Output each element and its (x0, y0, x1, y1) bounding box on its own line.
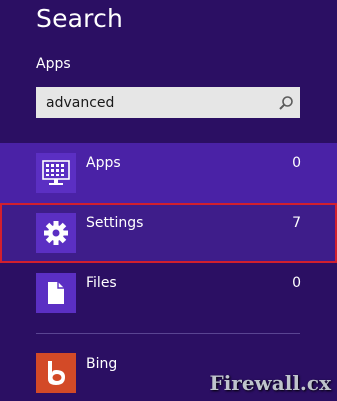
watermark-logo: Firewall.cx (209, 371, 332, 395)
page-title: Search (36, 4, 124, 33)
divider (36, 333, 300, 334)
search-scope-label[interactable]: Apps (36, 56, 71, 72)
result-settings[interactable]: Settings 7 (0, 203, 337, 263)
search-box[interactable] (36, 87, 300, 118)
result-files[interactable]: Files 0 (0, 263, 337, 323)
result-label: Apps (86, 155, 121, 171)
bing-label: Bing (86, 356, 118, 372)
result-label: Files (86, 275, 117, 291)
gear-icon (36, 213, 76, 253)
result-count: 7 (292, 215, 301, 231)
result-label: Settings (86, 215, 144, 231)
search-icon[interactable] (272, 87, 300, 118)
search-input[interactable] (36, 87, 272, 118)
bing-logo-icon (36, 353, 76, 393)
file-icon (36, 273, 76, 313)
result-count: 0 (292, 275, 301, 291)
apps-grid-monitor-icon (36, 153, 76, 193)
result-apps[interactable]: Apps 0 (0, 143, 337, 203)
result-count: 0 (292, 155, 301, 171)
